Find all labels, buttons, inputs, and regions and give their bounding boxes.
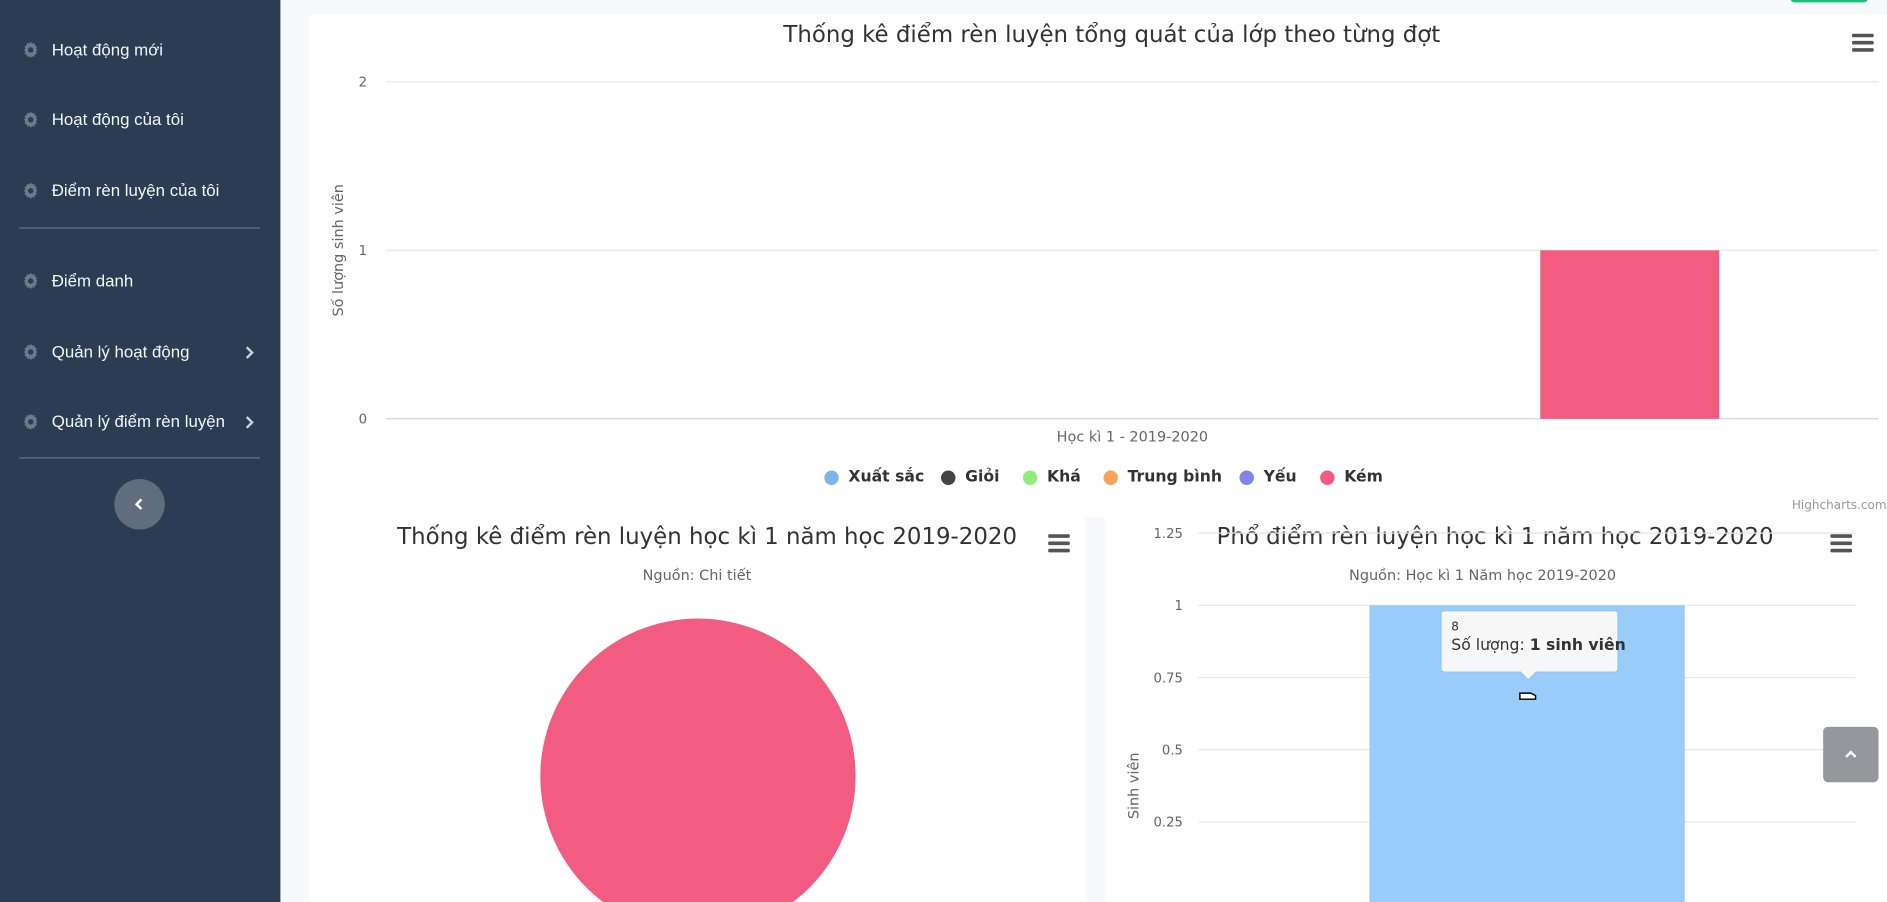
sidebar-item-label: Điểm danh (51, 270, 134, 291)
legend-marker (1103, 469, 1118, 485)
tooltip-body: Số lượng: 1 sinh viên (1451, 636, 1625, 655)
y-axis-title: Số lượng sinh viên (330, 184, 347, 317)
legend-label: Khá (1046, 468, 1081, 487)
sidebar-divider (19, 227, 260, 229)
tooltip-value: 1 sinh viên (1529, 636, 1626, 655)
sidebar-item-label: Hoạt động mới (51, 39, 164, 59)
legend-marker (1239, 469, 1254, 485)
legend-item-gioi[interactable]: Giỏi (941, 468, 999, 486)
distribution-bar-chart: Sinh viên 0.25 0.5 0.75 1 1.25 (1126, 527, 1856, 902)
gear-icon (23, 272, 38, 290)
chart-title: Thống kê điểm rèn luyện tổng quát của lớ… (783, 21, 1441, 49)
sidebar-item-label: Điểm rèn luyện của tôi (51, 180, 220, 200)
legend-item-trung-binh[interactable]: Trung bình (1103, 468, 1223, 487)
legend-label: Giỏi (965, 468, 1000, 487)
legend-label: Yếu (1263, 468, 1297, 487)
y-tick-label: 1 (1175, 599, 1183, 614)
legend-item-yeu[interactable]: Yếu (1239, 468, 1297, 487)
y-tick-label: 0.25 (1154, 816, 1183, 831)
gear-icon (23, 413, 38, 430)
highcharts-credits-link[interactable]: Highcharts.com (1792, 499, 1887, 512)
y-tick-label: 2 (359, 76, 367, 91)
gear-icon (23, 343, 38, 361)
sidebar-item-diem-danh[interactable]: Điểm danh (0, 258, 280, 306)
tooltip-header: 8 (1451, 620, 1459, 635)
sidebar-divider (19, 457, 260, 459)
y-tick-label: 0 (359, 413, 367, 428)
y-tick-label: 1.25 (1154, 527, 1183, 542)
chevron-right-icon (245, 416, 254, 429)
sidebar-item-hoat-dong-cua-toi[interactable]: Hoạt động của tôi (0, 96, 280, 144)
sidebar-item-label: Quản lý hoạt động (51, 341, 190, 362)
top-action-button[interactable] (1790, 0, 1868, 3)
sidebar-collapse-button[interactable] (114, 478, 165, 530)
sidebar-item-hoat-dong-moi[interactable]: Hoạt động mới (0, 26, 280, 74)
tooltip-label: Số lượng: (1451, 636, 1530, 655)
sidebar-item-label: Quản lý điểm rèn luyện (51, 411, 225, 431)
chevron-up-icon (1845, 750, 1857, 758)
y-tick-label: 0.75 (1154, 671, 1183, 686)
chevron-left-icon (134, 498, 143, 510)
legend-label: Xuất sắc (848, 468, 925, 487)
gear-icon (23, 41, 38, 59)
pie-slice (540, 618, 856, 902)
legend-label: Trung bình (1127, 468, 1223, 487)
y-tick-label: 0.5 (1162, 744, 1183, 759)
x-tick-label: Học kì 1 - 2019-2020 (1057, 430, 1208, 446)
sidebar-item-quan-ly-hoat-dong[interactable]: Quản lý hoạt động (0, 329, 280, 377)
pie-chart (540, 618, 856, 902)
bar (1540, 250, 1720, 419)
legend-marker (1320, 469, 1335, 485)
legend-item-xuat-sac[interactable]: Xuất sắc (824, 468, 924, 486)
chevron-right-icon (245, 346, 254, 359)
overall-bar-chart: Số lượng sinh viên 0 1 2 Học kì 1 - 2019-20… (330, 76, 1879, 446)
sidebar-item-diem-ren-luyen-cua-toi[interactable]: Điểm rèn luyện của tôi (0, 167, 280, 215)
legend-marker (941, 469, 956, 485)
sidebar-item-label: Hoạt động của tôi (51, 109, 184, 129)
sidebar-item-quan-ly-diem-ren-luyen[interactable]: Quản lý điểm rèn luyện (0, 398, 280, 446)
y-tick-label: 1 (359, 244, 367, 259)
legend-label: Kém (1344, 468, 1383, 487)
chart-tooltip: 8 Số lượng: 1 sinh viên (1440, 610, 1626, 673)
pointer-cursor-icon (1519, 692, 1537, 700)
gear-icon (23, 182, 38, 199)
scroll-to-top-button[interactable] (1823, 726, 1879, 783)
legend-marker (824, 469, 839, 485)
legend-marker (1022, 469, 1038, 485)
gear-icon (23, 111, 38, 128)
sidebar: Hoạt động mới Hoạt động của tôi Điểm rèn… (0, 0, 281, 902)
y-axis-title: Sinh viên (1126, 752, 1142, 819)
legend-item-kha[interactable]: Khá (1022, 468, 1081, 487)
tooltip-pointer (1519, 671, 1538, 681)
legend-item-kem[interactable]: Kém (1320, 468, 1383, 486)
